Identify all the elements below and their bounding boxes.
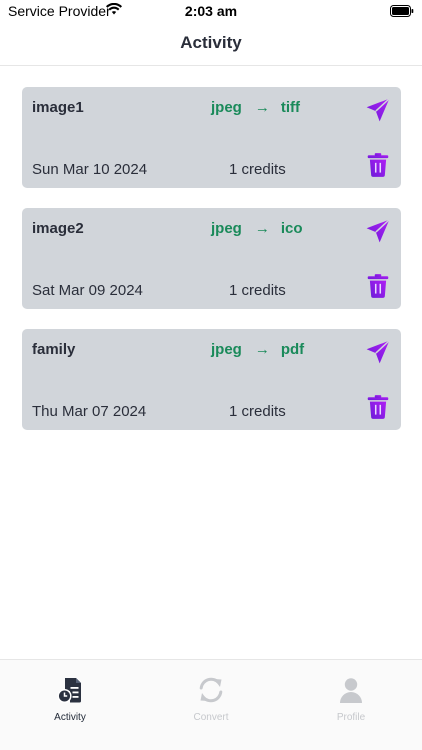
activity-date: Sat Mar 09 2024 <box>32 282 143 299</box>
to-format: tiff <box>280 99 300 116</box>
from-format: jpeg <box>211 99 242 116</box>
to-format: pdf <box>280 341 305 358</box>
file-name: image1 <box>32 99 84 116</box>
tab-convert[interactable]: Convert <box>166 676 256 723</box>
arrow-right-icon: → <box>254 220 270 237</box>
header: Activity <box>0 24 422 66</box>
arrow-right-icon: → <box>254 341 270 358</box>
credits-used: 1 credits <box>229 282 286 299</box>
tab-label: Activity <box>54 712 86 723</box>
conversion-formats: jpeg → ico <box>211 220 303 237</box>
from-format: jpeg <box>211 220 242 237</box>
conversion-formats: jpeg → pdf <box>211 341 304 358</box>
status-bar: Service Provider 2:03 am <box>0 0 422 24</box>
clock: 2:03 am <box>184 3 238 19</box>
to-format: ico <box>280 220 303 237</box>
activity-card[interactable]: image1 jpeg → tiff Sun Mar 10 2024 1 credi… <box>22 87 401 188</box>
convert-icon <box>199 677 223 703</box>
activity-date: Thu Mar 07 2024 <box>32 403 147 420</box>
trash-icon[interactable] <box>365 273 391 299</box>
credits-used: 1 credits <box>229 161 286 178</box>
conversion-formats: jpeg → tiff <box>211 99 300 116</box>
arrow-right-icon: → <box>254 99 270 116</box>
activity-card[interactable]: family jpeg → pdf Thu Mar 07 2024 1 credit… <box>22 329 401 430</box>
file-name: image2 <box>32 220 84 237</box>
send-icon[interactable] <box>365 339 391 365</box>
trash-icon[interactable] <box>365 394 391 420</box>
file-name: family <box>32 341 76 358</box>
tab-profile[interactable]: Profile <box>306 676 396 723</box>
activity-date: Sun Mar 10 2024 <box>32 161 148 178</box>
activity-icon <box>57 678 81 704</box>
profile-icon <box>340 678 362 703</box>
send-icon[interactable] <box>365 218 391 244</box>
tab-label: Profile <box>336 712 366 723</box>
from-format: jpeg <box>211 341 242 358</box>
activity-card[interactable]: image2 jpeg → ico Sat Mar 09 2024 1 credit… <box>22 208 401 309</box>
credits-used: 1 credits <box>229 403 286 420</box>
tab-activity[interactable]: Activity <box>25 676 115 723</box>
battery-icon <box>390 5 414 17</box>
activity-list: image1 jpeg → tiff Sun Mar 10 2024 1 credi… <box>22 87 401 450</box>
tab-label: Convert <box>193 712 229 723</box>
send-icon[interactable] <box>365 97 391 123</box>
tab-bar: Activity Convert Profile <box>0 659 422 750</box>
page-title: Activity <box>180 33 242 52</box>
trash-icon[interactable] <box>365 152 391 178</box>
